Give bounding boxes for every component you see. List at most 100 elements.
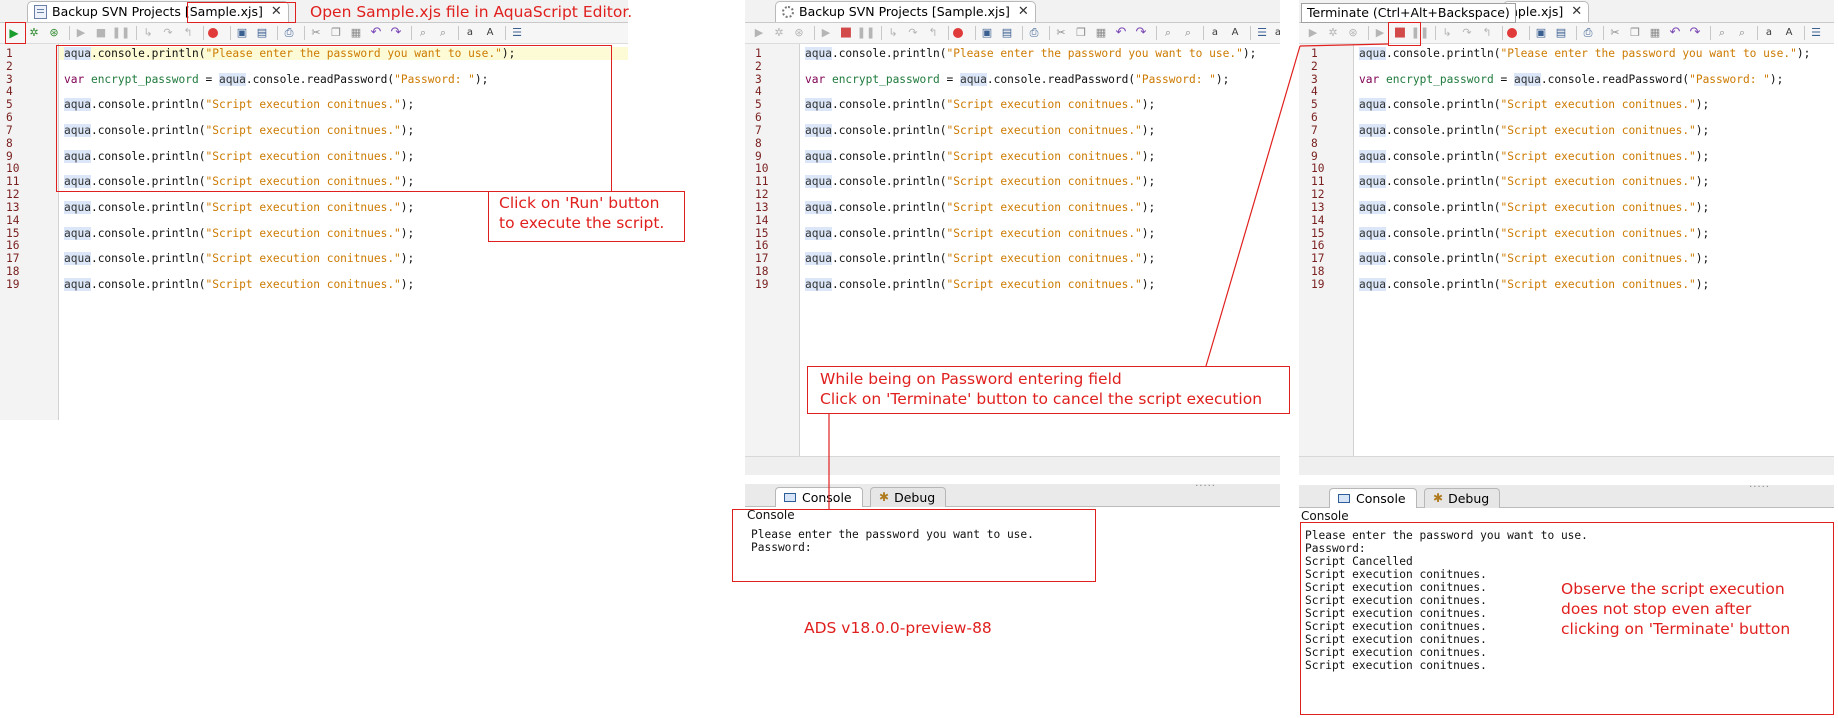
line-number: 5: [6, 98, 13, 112]
outline-icon[interactable]: ☰: [1809, 26, 1823, 40]
close-tab-icon[interactable]: ✕: [1571, 2, 1582, 22]
undo-icon[interactable]: ↶: [369, 26, 383, 40]
paste-icon[interactable]: ▦: [1094, 26, 1108, 40]
pause-icon[interactable]: ❚❚: [112, 26, 130, 40]
save-icon[interactable]: ▣: [980, 26, 994, 40]
font-increase-icon[interactable]: A: [1228, 26, 1242, 40]
font-decrease-icon[interactable]: a: [463, 26, 477, 40]
step-over-icon[interactable]: ↷: [1460, 26, 1474, 40]
tab-debug[interactable]: ✱ Debug: [870, 487, 947, 507]
tab-console[interactable]: Console: [775, 487, 863, 507]
redo-icon[interactable]: ↷: [1134, 26, 1148, 40]
step-into-icon[interactable]: ↳: [886, 26, 900, 40]
run-icon[interactable]: ▶: [1306, 26, 1320, 40]
debug-icon[interactable]: ✲: [1326, 26, 1340, 40]
editor-tab-sample-xjs[interactable]: Backup SVN Projects [Sample.xjs] ✕: [775, 1, 1036, 22]
copy-icon[interactable]: ❐: [1074, 26, 1088, 40]
step-return-icon[interactable]: ↰: [181, 26, 195, 40]
horizontal-scrollbar[interactable]: [1299, 456, 1834, 475]
save-icon[interactable]: ▣: [1534, 26, 1548, 40]
save-all-icon[interactable]: ▤: [1554, 26, 1568, 40]
outline-icon[interactable]: ☰: [1255, 26, 1269, 40]
code-editor[interactable]: 1 aqua.console.println("Please enter the …: [1299, 44, 1834, 456]
step-into-icon[interactable]: ↳: [1440, 26, 1454, 40]
line-number: 9: [6, 149, 13, 163]
step-over-icon[interactable]: ↷: [906, 26, 920, 40]
save-icon[interactable]: ▣: [235, 26, 249, 40]
line-number: 12: [755, 188, 769, 202]
drag-handle[interactable]: .....: [1749, 479, 1770, 490]
replace-icon[interactable]: ⌕: [1181, 26, 1195, 40]
punctuation: );: [1695, 277, 1710, 291]
punctuation: );: [1141, 123, 1156, 137]
copy-icon[interactable]: ❐: [1628, 26, 1642, 40]
debug-bug-icon: ✱: [879, 490, 890, 504]
font-decrease-icon[interactable]: a: [1208, 26, 1222, 40]
step-return-icon[interactable]: ↰: [926, 26, 940, 40]
resume-icon[interactable]: ▶: [74, 26, 88, 40]
annotation-observe-1: Observe the script execution: [1561, 580, 1785, 598]
step-return-icon[interactable]: ↰: [1480, 26, 1494, 40]
find-icon[interactable]: ⌕: [1715, 26, 1729, 40]
toolbar-separator: [1250, 26, 1251, 40]
redo-icon[interactable]: ↷: [1688, 26, 1702, 40]
code-line: aqua.console.println("Script execution c…: [1359, 98, 1709, 112]
breakpoint-icon[interactable]: [953, 28, 963, 38]
run-debug-icon[interactable]: ⊛: [792, 26, 806, 40]
save-all-icon[interactable]: ▤: [255, 26, 269, 40]
font-increase-icon[interactable]: A: [1782, 26, 1796, 40]
code-line: aqua.console.println("Script execution c…: [64, 200, 414, 214]
stop-icon[interactable]: ■: [94, 26, 108, 40]
code-line: aqua.console.println("Script execution c…: [64, 277, 414, 291]
copy-icon[interactable]: ❐: [329, 26, 343, 40]
print-icon[interactable]: ⎙: [1027, 26, 1041, 40]
undo-icon[interactable]: ↶: [1114, 26, 1128, 40]
resume-icon[interactable]: ▶: [1373, 26, 1387, 40]
cut-icon[interactable]: ✂: [1054, 26, 1068, 40]
font-decrease-icon[interactable]: a: [1762, 26, 1776, 40]
step-into-icon[interactable]: ↳: [141, 26, 155, 40]
run-debug-icon[interactable]: ⊛: [47, 26, 61, 40]
save-all-icon[interactable]: ▤: [1000, 26, 1014, 40]
line-number: 4: [1311, 85, 1318, 99]
breakpoint-icon[interactable]: [208, 28, 218, 38]
print-icon[interactable]: ⎙: [282, 26, 296, 40]
cut-icon[interactable]: ✂: [309, 26, 323, 40]
close-tab-icon[interactable]: ✕: [1018, 2, 1029, 22]
resume-icon[interactable]: ▶: [819, 26, 833, 40]
replace-icon[interactable]: ⌕: [436, 26, 450, 40]
code-line: aqua.console.println("Please enter the p…: [1359, 47, 1810, 60]
paste-icon[interactable]: ▦: [349, 26, 363, 40]
line-number: 1: [1311, 47, 1318, 60]
step-over-icon[interactable]: ↷: [161, 26, 175, 40]
toolbar-separator: [1049, 26, 1050, 40]
toolbar-separator: [69, 26, 70, 40]
run-icon[interactable]: ▶: [752, 26, 766, 40]
debug-icon[interactable]: ✲: [27, 26, 41, 40]
horizontal-scrollbar[interactable]: [745, 456, 1280, 475]
find-icon[interactable]: ⌕: [416, 26, 430, 40]
tab-console[interactable]: Console: [1329, 488, 1417, 508]
breakpoint-icon[interactable]: [1507, 28, 1517, 38]
find-icon[interactable]: ⌕: [1161, 26, 1175, 40]
annotation-observe-3: clicking on 'Terminate' button: [1561, 620, 1791, 638]
cut-icon[interactable]: ✂: [1608, 26, 1622, 40]
replace-icon[interactable]: ⌕: [1735, 26, 1749, 40]
redo-icon[interactable]: ↷: [389, 26, 403, 40]
print-icon[interactable]: ⎙: [1581, 26, 1595, 40]
editor-tab-sample-xjs[interactable]: nple.xjs] ✕: [1503, 1, 1590, 22]
drag-handle[interactable]: .....: [1195, 478, 1216, 489]
terminate-tooltip: Terminate (Ctrl+Alt+Backspace): [1301, 3, 1516, 23]
stop-icon[interactable]: ■: [839, 26, 853, 40]
paste-icon[interactable]: ▦: [1648, 26, 1662, 40]
tab-debug[interactable]: ✱ Debug: [1424, 488, 1501, 508]
debug-icon[interactable]: ✲: [772, 26, 786, 40]
font-increase-icon[interactable]: A: [483, 26, 497, 40]
code-area-highlight: [56, 45, 612, 192]
run-debug-icon[interactable]: ⊛: [1346, 26, 1360, 40]
font-size-icon[interactable]: a: [1271, 26, 1280, 40]
pause-icon[interactable]: ❚❚: [857, 26, 875, 40]
method-call: .console.println(: [831, 226, 947, 240]
undo-icon[interactable]: ↶: [1668, 26, 1682, 40]
outline-icon[interactable]: ☰: [510, 26, 524, 40]
